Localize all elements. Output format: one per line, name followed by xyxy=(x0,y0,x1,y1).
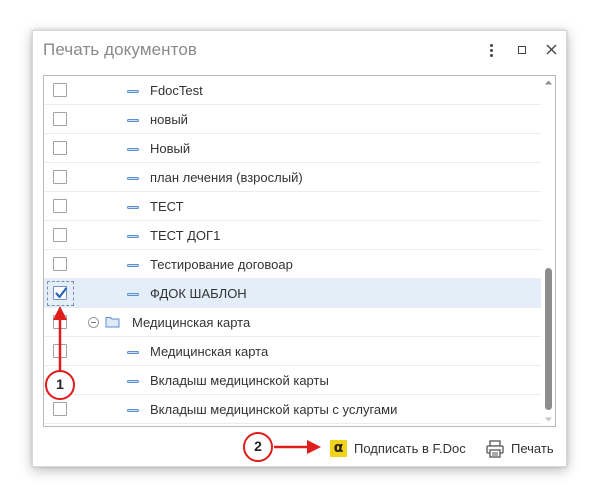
folder-icon xyxy=(105,317,120,328)
vertical-scrollbar[interactable] xyxy=(542,76,555,426)
list-item[interactable]: FdocTest xyxy=(44,76,541,105)
list-item-label: Вкладыш медицинской карты с услугами xyxy=(150,402,398,417)
list-item-label: ТЕСТ xyxy=(150,199,184,214)
checkbox[interactable] xyxy=(53,112,67,126)
list-item-label: Медицинская карта xyxy=(150,344,269,359)
collapse-icon[interactable] xyxy=(88,317,99,328)
print-documents-dialog: Печать документов FdocTest новый Новый п… xyxy=(32,30,567,467)
fdoc-logo-icon: α xyxy=(330,440,347,457)
maximize-icon[interactable] xyxy=(514,41,532,59)
checkbox[interactable] xyxy=(53,257,67,271)
document-icon xyxy=(127,264,139,267)
list-item-label: Тестирование договоар xyxy=(150,257,293,272)
list-item[interactable]: план лечения (взрослый) xyxy=(44,163,541,192)
scroll-down-icon[interactable] xyxy=(544,415,553,424)
list-item-label: Новый xyxy=(150,141,191,156)
checkbox[interactable] xyxy=(53,141,67,155)
document-icon xyxy=(127,409,139,412)
document-icon xyxy=(127,235,139,238)
list-item-label: ТЕСТ ДОГ1 xyxy=(150,228,221,243)
document-icon xyxy=(127,90,139,93)
list-item[interactable]: Вкладыш медицинской карты xyxy=(44,366,541,395)
printer-icon xyxy=(486,440,504,458)
scroll-up-icon[interactable] xyxy=(544,78,553,87)
list-item[interactable]: Новый xyxy=(44,134,541,163)
documents-list[interactable]: FdocTest новый Новый план лечения (взрос… xyxy=(43,75,556,427)
document-icon xyxy=(127,119,139,122)
checkbox[interactable] xyxy=(53,83,67,97)
list-item[interactable]: Тестирование договоар xyxy=(44,250,541,279)
document-icon xyxy=(127,177,139,180)
print-button[interactable]: Печать xyxy=(485,439,557,461)
list-item[interactable]: Медицинская карта xyxy=(44,337,541,366)
list-item[interactable]: ТЕСТ xyxy=(44,192,541,221)
annotation-badge-1: 1 xyxy=(45,370,75,400)
more-options-icon[interactable] xyxy=(482,41,500,59)
checkbox[interactable] xyxy=(53,170,67,184)
annotation-badge-2: 2 xyxy=(243,432,273,462)
list-item-label: Вкладыш медицинской карты xyxy=(150,373,329,388)
list-item-selected[interactable]: ФДОК ШАБЛОН xyxy=(44,279,541,308)
checkbox[interactable] xyxy=(53,344,67,358)
list-item[interactable]: ТЕСТ ДОГ1 xyxy=(44,221,541,250)
dialog-title: Печать документов xyxy=(43,40,198,59)
list-item[interactable]: новый xyxy=(44,105,541,134)
scroll-thumb[interactable] xyxy=(545,268,552,410)
checkbox[interactable] xyxy=(53,402,67,416)
list-item-label: план лечения (взрослый) xyxy=(150,170,303,185)
list-group-row[interactable]: Медицинская карта xyxy=(44,308,541,337)
group-label: Медицинская карта xyxy=(132,315,251,330)
list-item-label: новый xyxy=(150,112,188,127)
print-button-label: Печать xyxy=(511,441,554,456)
checkbox[interactable] xyxy=(53,315,67,329)
checkbox[interactable] xyxy=(53,228,67,242)
close-icon[interactable] xyxy=(543,41,561,59)
document-icon xyxy=(127,206,139,209)
document-icon xyxy=(127,293,139,296)
checkmark-icon xyxy=(55,287,68,299)
list-item[interactable]: Вкладыш медицинской карты с услугами xyxy=(44,395,541,424)
document-icon xyxy=(127,351,139,354)
checkbox-checked[interactable] xyxy=(53,286,68,300)
checkbox[interactable] xyxy=(53,199,67,213)
list-item-label: ФДОК ШАБЛОН xyxy=(150,286,247,301)
list-item-label: FdocTest xyxy=(150,83,203,98)
document-icon xyxy=(127,148,139,151)
document-icon xyxy=(127,380,139,383)
sign-in-fdoc-button[interactable]: α Подписать в F.Doc xyxy=(330,439,476,461)
sign-button-label: Подписать в F.Doc xyxy=(354,441,466,456)
